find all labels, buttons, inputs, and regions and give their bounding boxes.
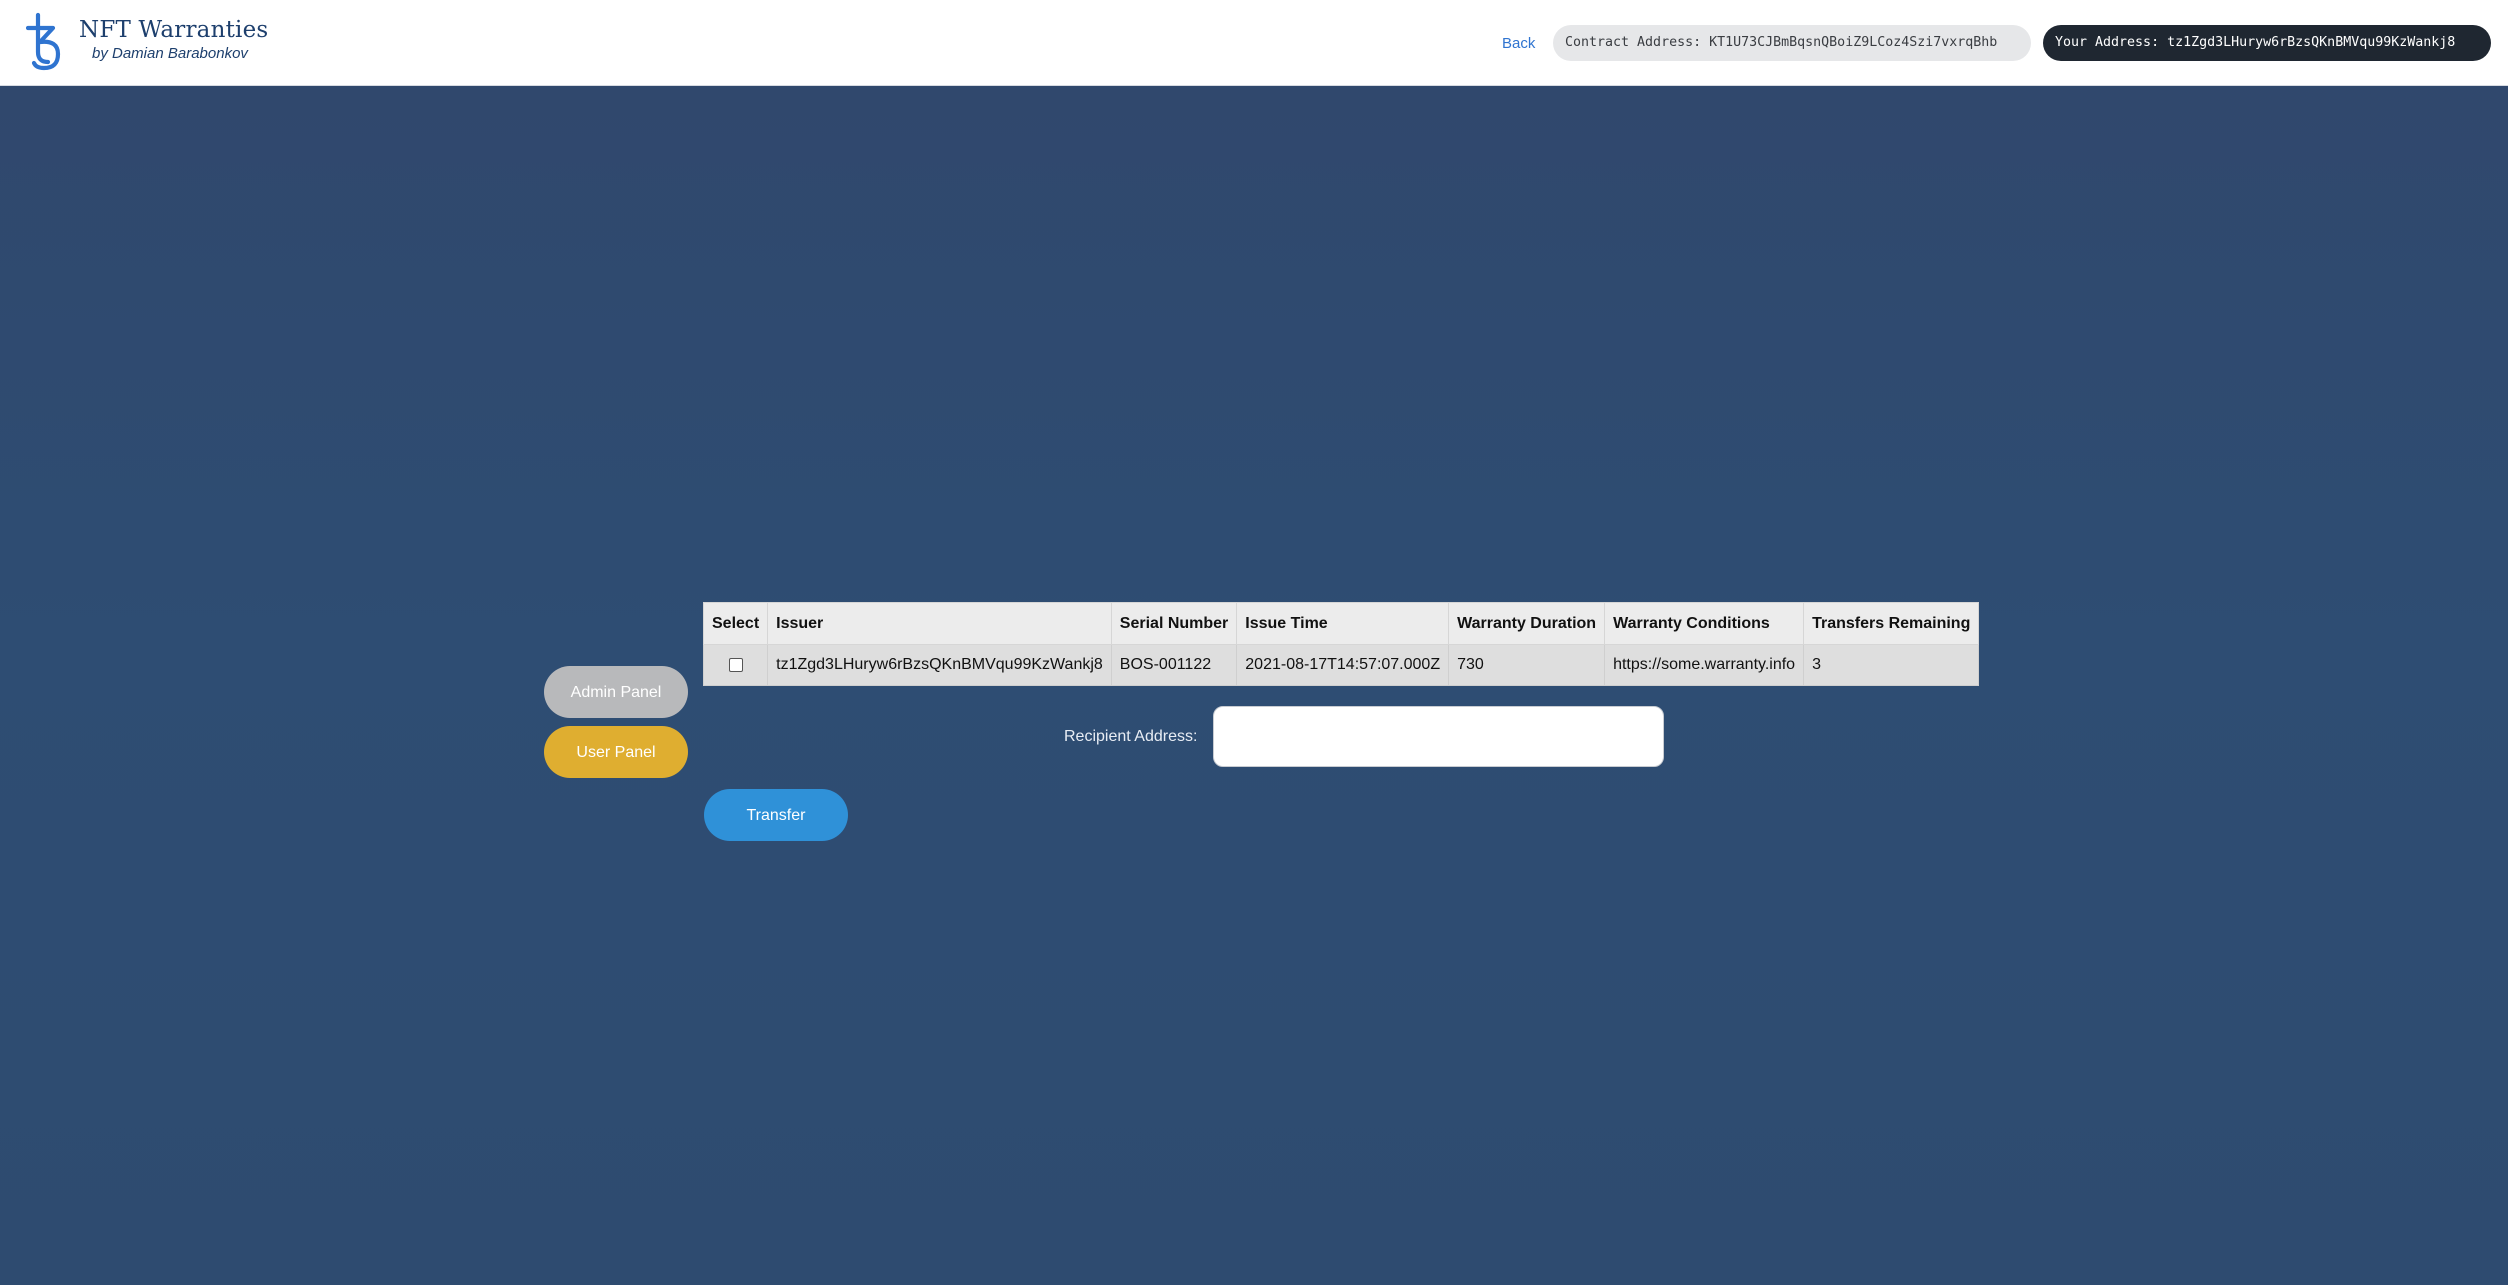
top-header: NFT Warranties by Damian Barabonkov Back… <box>0 0 2508 86</box>
select-cell <box>702 644 769 686</box>
column-header-select: Select <box>702 602 769 645</box>
transfer-button[interactable]: Transfer <box>704 789 848 841</box>
column-header-serial-number: Serial Number <box>1110 602 1238 645</box>
contract-address-badge: Contract Address: KT1U73CJBmBqsnQBoiZ9LC… <box>1553 25 2031 61</box>
user-panel-button[interactable]: User Panel <box>544 726 688 778</box>
tezos-icon <box>26 12 61 71</box>
serial-number-cell: BOS-001122 <box>1110 644 1238 686</box>
column-header-issue-time: Issue Time <box>1236 602 1450 645</box>
admin-panel-button[interactable]: Admin Panel <box>544 666 688 718</box>
back-link[interactable]: Back <box>1502 35 1535 52</box>
column-header-issuer: Issuer <box>767 602 1112 645</box>
warranties-table: Select Issuer Serial Number Issue Time W… <box>702 602 1980 686</box>
issuer-cell: tz1Zgd3LHuryw6rBzsQKnBMVqu99KzWankj8 <box>767 644 1112 686</box>
table-row: tz1Zgd3LHuryw6rBzsQKnBMVqu99KzWankj8 BOS… <box>702 644 1980 686</box>
warranties-table-container: Select Issuer Serial Number Issue Time W… <box>702 602 1980 686</box>
row-select-checkbox[interactable] <box>728 657 743 672</box>
table-header-row: Select Issuer Serial Number Issue Time W… <box>702 602 1980 645</box>
app-subtitle: by Damian Barabonkov <box>92 45 248 62</box>
warranty-conditions-cell: https://some.warranty.info <box>1604 644 1805 686</box>
recipient-address-input[interactable] <box>1213 706 1664 767</box>
column-header-warranty-duration: Warranty Duration <box>1448 602 1606 645</box>
recipient-address-label: Recipient Address: <box>1064 728 1198 745</box>
issue-time-cell: 2021-08-17T14:57:07.000Z <box>1236 644 1450 686</box>
user-address-badge: Your Address: tz1Zgd3LHuryw6rBzsQKnBMVqu… <box>2043 25 2491 61</box>
transfers-remaining-cell: 3 <box>1803 644 1980 686</box>
app-title: NFT Warranties <box>79 17 269 43</box>
column-header-transfers-remaining: Transfers Remaining <box>1803 602 1980 645</box>
column-header-warranty-conditions: Warranty Conditions <box>1604 602 1805 645</box>
warranty-duration-cell: 730 <box>1448 644 1606 686</box>
